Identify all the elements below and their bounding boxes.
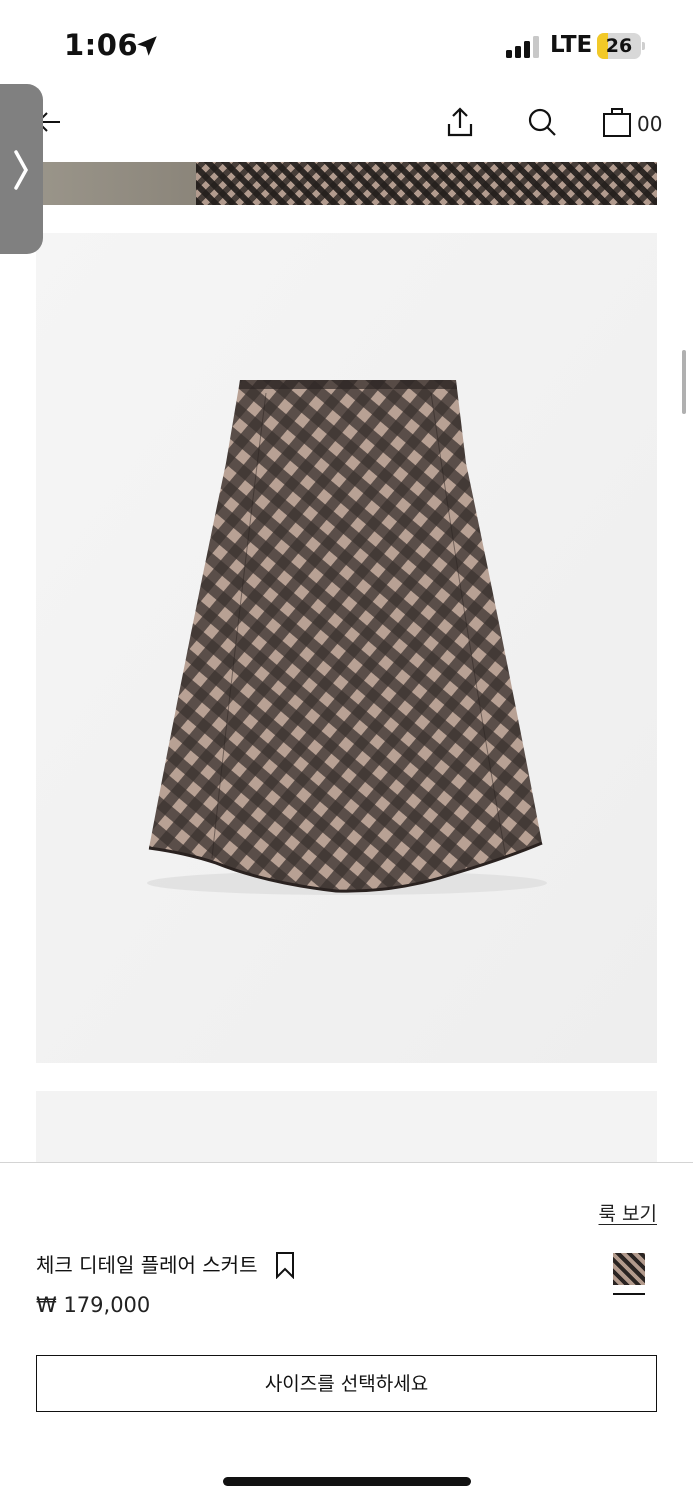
product-name: 체크 디테일 플레어 스커트 [36, 1253, 258, 1277]
scroll-indicator[interactable] [682, 350, 686, 414]
network-label: LTE [550, 32, 593, 58]
search-icon[interactable] [527, 107, 557, 137]
home-indicator [223, 1477, 471, 1486]
status-time: 1:06 [64, 28, 139, 62]
shopping-bag-icon[interactable] [602, 106, 632, 138]
location-arrow-icon [137, 36, 157, 56]
share-icon[interactable] [446, 106, 474, 138]
cart-count[interactable]: 00 [637, 112, 662, 136]
signal-bars-icon [506, 36, 539, 58]
battery-indicator: 26 [597, 33, 645, 59]
status-bar: 1:06 LTE 26 [0, 0, 693, 90]
selected-swatch-indicator [613, 1293, 645, 1295]
product-info-panel: 룩 보기 체크 디테일 플레어 스커트 ₩ 179,000 사이즈를 선택하세요 [0, 1162, 693, 1500]
next-product-image [36, 1091, 657, 1163]
chevron-right-icon [14, 150, 29, 190]
battery-level: 26 [605, 35, 633, 57]
side-drawer-handle[interactable] [0, 84, 43, 254]
select-size-button[interactable]: 사이즈를 선택하세요 [36, 1355, 657, 1412]
skirt-photo [36, 233, 657, 1063]
top-nav-bar: 00 [0, 96, 693, 152]
bookmark-icon[interactable] [274, 1251, 296, 1279]
product-image[interactable] [36, 233, 657, 1063]
previous-product-image [36, 162, 657, 205]
color-swatch[interactable] [613, 1253, 645, 1285]
product-price: ₩ 179,000 [36, 1293, 151, 1317]
view-look-link[interactable]: 룩 보기 [599, 1199, 657, 1226]
